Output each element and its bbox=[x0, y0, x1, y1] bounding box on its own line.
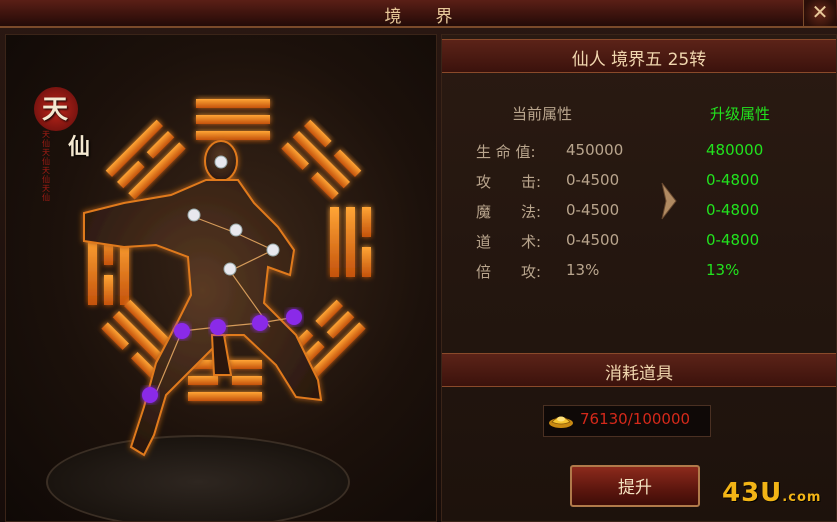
attr-label-hp: 生 命 值: bbox=[476, 143, 536, 161]
upgrade-button[interactable]: 提升 bbox=[570, 465, 700, 507]
close-button[interactable]: ✕ bbox=[803, 0, 836, 26]
window-title: 境界 bbox=[384, 7, 487, 27]
trigram-top-right bbox=[281, 119, 362, 200]
current-attributes-header: 当前属性 bbox=[512, 105, 573, 123]
attr-label-taoism: 道 术: bbox=[476, 233, 542, 251]
attr-label-multiplier: 倍 攻: bbox=[476, 263, 542, 281]
martial-figure bbox=[83, 140, 323, 457]
attr-current-taoism: 0-4500 bbox=[566, 231, 620, 249]
realm-header: 仙人 境界五 25转 bbox=[442, 39, 836, 73]
bagua-diagram bbox=[83, 99, 371, 457]
attr-label-attack: 攻 击: bbox=[476, 173, 542, 191]
attr-upgrade-magic: 0-4800 bbox=[706, 201, 760, 219]
consume-amount: 76130/100000 bbox=[580, 410, 691, 428]
meridian-panel: 天 仙 天仙天仙天仙天仙 bbox=[5, 34, 437, 522]
title-bar: 境界 bbox=[0, 0, 837, 28]
realm-title: 仙人 境界五 25转 bbox=[571, 50, 707, 70]
site-watermark: 43U.com bbox=[722, 478, 821, 508]
attr-upgrade-attack: 0-4800 bbox=[706, 171, 760, 189]
watermark-suffix: .com bbox=[782, 490, 822, 505]
attr-label-magic: 魔 法: bbox=[476, 203, 542, 221]
attr-upgrade-hp: 480000 bbox=[706, 141, 764, 159]
watermark-text: 43U bbox=[722, 478, 783, 508]
trigram-top bbox=[196, 99, 270, 140]
trigram-top-left bbox=[105, 119, 186, 200]
chevron-right-icon bbox=[661, 182, 677, 220]
consume-title: 消耗道具 bbox=[605, 364, 673, 384]
attributes-panel: 仙人 境界五 25转 当前属性 升级属性 生 命 值: 450000 48000… bbox=[441, 34, 837, 522]
attr-current-magic: 0-4500 bbox=[566, 201, 620, 219]
attr-current-attack: 0-4500 bbox=[566, 171, 620, 189]
trigram-right bbox=[330, 207, 371, 277]
upgrade-attributes-header: 升级属性 bbox=[710, 105, 771, 123]
consume-header: 消耗道具 bbox=[442, 353, 836, 387]
attr-current-multiplier: 13% bbox=[566, 261, 600, 279]
realm-window: 境界 ✕ 天 仙 天仙天仙天仙天仙 仙人 境界五 25转 当前属性 升级属性 生… bbox=[0, 0, 837, 522]
attr-upgrade-taoism: 0-4800 bbox=[706, 231, 760, 249]
close-icon: ✕ bbox=[811, 0, 829, 24]
gold-ingot-icon bbox=[549, 416, 573, 428]
consume-item-slot: 76130/100000 bbox=[543, 405, 711, 437]
attr-upgrade-multiplier: 13% bbox=[706, 261, 740, 279]
attr-current-hp: 450000 bbox=[566, 141, 624, 159]
